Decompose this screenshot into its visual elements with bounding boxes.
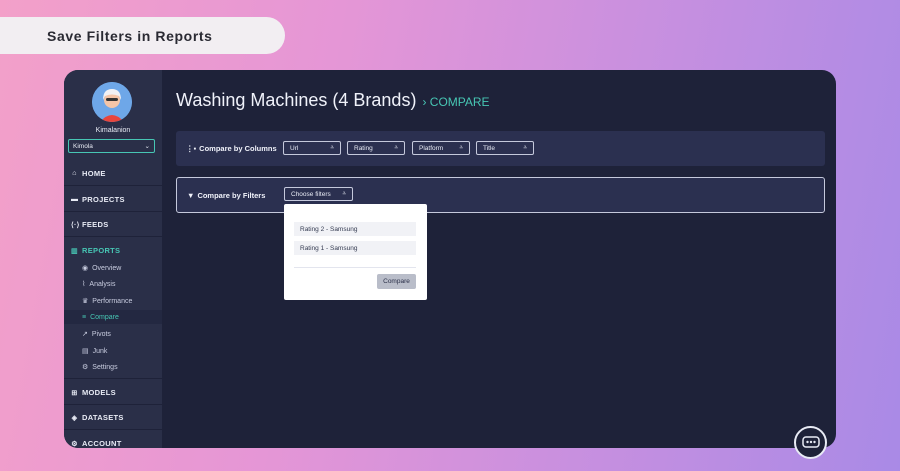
nav-projects[interactable]: ▬ PROJECTS [71, 195, 125, 204]
nav-projects-label: PROJECTS [82, 195, 125, 204]
feed-icon: ⟨·⟩ [71, 221, 80, 229]
sidebar: Kimalanion Kimola ⌄ ⌂ HOME ▬ PROJECTS ⟨·… [64, 70, 162, 448]
report-item-junk[interactable]: ▤ Junk [82, 347, 108, 356]
folder-icon: ▬ [71, 196, 79, 203]
page-title-text: Washing Machines (4 Brands) [176, 90, 417, 110]
filter-icon: ⩡ [394, 144, 398, 151]
report-item-settings[interactable]: ⚙ Settings [82, 363, 118, 372]
datasets-icon: ◈ [71, 414, 78, 422]
chat-button[interactable] [794, 426, 827, 459]
choose-filters-label: Choose filters [291, 190, 331, 198]
compare-icon: ≡ [82, 314, 87, 321]
nav-models[interactable]: ⊞ MODELS [71, 388, 116, 397]
report-item-label: Settings [92, 363, 118, 371]
nav-account[interactable]: ⚙ ACCOUNT [71, 439, 122, 448]
nav-models-label: MODELS [82, 388, 116, 397]
gear-icon: ⚙ [82, 364, 89, 371]
divider [64, 185, 162, 186]
username: Kimalanion [95, 127, 131, 134]
chat-bubble-icon [801, 435, 820, 448]
report-item-compare[interactable]: ≡ Compare [82, 314, 119, 321]
choose-filters-dropdown[interactable]: Choose filters ⩡ [284, 187, 353, 201]
report-item-label: Analysis [89, 280, 116, 288]
filter-icon: ⩡ [523, 144, 527, 151]
columns-icon: ⋮▪ [186, 144, 197, 153]
column-filter-label: Rating [354, 144, 373, 152]
report-item-analysis[interactable]: ⌇ Analysis [82, 280, 116, 289]
report-item-pivots[interactable]: ↗ Pivots [82, 330, 111, 339]
bar-chart-icon: ▥ [71, 247, 78, 255]
trophy-icon: ♛ [82, 298, 89, 305]
report-item-label: Compare [90, 314, 119, 321]
divider [64, 236, 162, 237]
report-item-label: Performance [92, 297, 133, 305]
main-content: Washing Machines (4 Brands) › COMPARE ⋮▪… [162, 70, 836, 448]
filter-option[interactable]: Rating 1 - Samsung [294, 241, 416, 255]
nav-account-label: ACCOUNT [82, 439, 122, 448]
compare-by-columns-panel: ⋮▪ Compare by Columns Url ⩡ Rating ⩡ Pla… [176, 131, 825, 166]
divider [64, 429, 162, 430]
divider [64, 378, 162, 379]
compare-by-filters-panel: ▼ Compare by Filters Choose filters ⩡ [176, 177, 825, 213]
nav-datasets-label: DATASETS [82, 413, 124, 422]
banner: Save Filters in Reports [0, 17, 285, 54]
trash-icon: ▤ [82, 348, 89, 355]
columns-label-text: Compare by Columns [199, 144, 277, 153]
nav-reports-label: REPORTS [82, 246, 121, 255]
report-item-overview[interactable]: ◉ Overview [82, 264, 122, 273]
eye-icon: ◉ [82, 265, 89, 272]
account-icon: ⚙ [71, 440, 78, 448]
chevron-right-icon: › [422, 95, 427, 109]
report-item-performance[interactable]: ♛ Performance [82, 297, 133, 306]
column-filter-label: Title [483, 144, 496, 152]
divider [64, 404, 162, 405]
report-item-label: Overview [92, 264, 122, 272]
report-item-label: Pivots [91, 330, 111, 338]
column-filter-rating[interactable]: Rating ⩡ [347, 141, 405, 155]
breadcrumb[interactable]: › COMPARE [422, 95, 489, 109]
nav-home-label: HOME [82, 169, 106, 178]
filters-dropdown-menu: Rating 2 - Samsung Rating 1 - Samsung Co… [284, 204, 427, 300]
nav-home[interactable]: ⌂ HOME [71, 169, 106, 178]
banner-title: Save Filters in Reports [47, 27, 213, 44]
home-icon: ⌂ [72, 170, 77, 177]
pivot-icon: ↗ [82, 331, 88, 338]
nav-feeds-label: FEEDS [82, 220, 109, 229]
nav-datasets[interactable]: ◈ DATASETS [71, 413, 124, 422]
models-icon: ⊞ [71, 389, 78, 397]
workspace-select[interactable]: Kimola ⌄ [68, 139, 155, 153]
column-filter-url[interactable]: Url ⩡ [283, 141, 341, 155]
chevron-down-icon: ⌄ [144, 143, 150, 150]
funnel-icon: ▼ [187, 191, 195, 200]
column-filter-platform[interactable]: Platform ⩡ [412, 141, 470, 155]
nav-feeds[interactable]: ⟨·⟩ FEEDS [71, 220, 109, 229]
divider [64, 211, 162, 212]
workspace-select-value: Kimola [73, 142, 93, 150]
filter-icon: ⩡ [459, 144, 463, 151]
filters-label-text: Compare by Filters [197, 191, 266, 200]
nav-reports[interactable]: ▥ REPORTS [71, 246, 120, 255]
column-filter-label: Platform [419, 144, 444, 152]
compare-by-columns-label: ⋮▪ Compare by Columns [186, 144, 277, 153]
compare-button[interactable]: Compare [377, 274, 416, 289]
analysis-icon: ⌇ [82, 281, 86, 288]
column-filter-label: Url [290, 144, 299, 152]
breadcrumb-label: COMPARE [429, 95, 490, 109]
divider [294, 267, 416, 268]
app-window: Kimalanion Kimola ⌄ ⌂ HOME ▬ PROJECTS ⟨·… [64, 70, 836, 448]
avatar[interactable] [92, 82, 132, 122]
report-item-label: Junk [92, 347, 108, 355]
filter-icon: ⩡ [342, 190, 346, 197]
filter-option[interactable]: Rating 2 - Samsung [294, 222, 416, 236]
compare-by-filters-label: ▼ Compare by Filters [187, 191, 265, 200]
page-title: Washing Machines (4 Brands) › COMPARE [176, 90, 490, 111]
column-filter-title[interactable]: Title ⩡ [476, 141, 534, 155]
filter-icon: ⩡ [330, 144, 334, 151]
